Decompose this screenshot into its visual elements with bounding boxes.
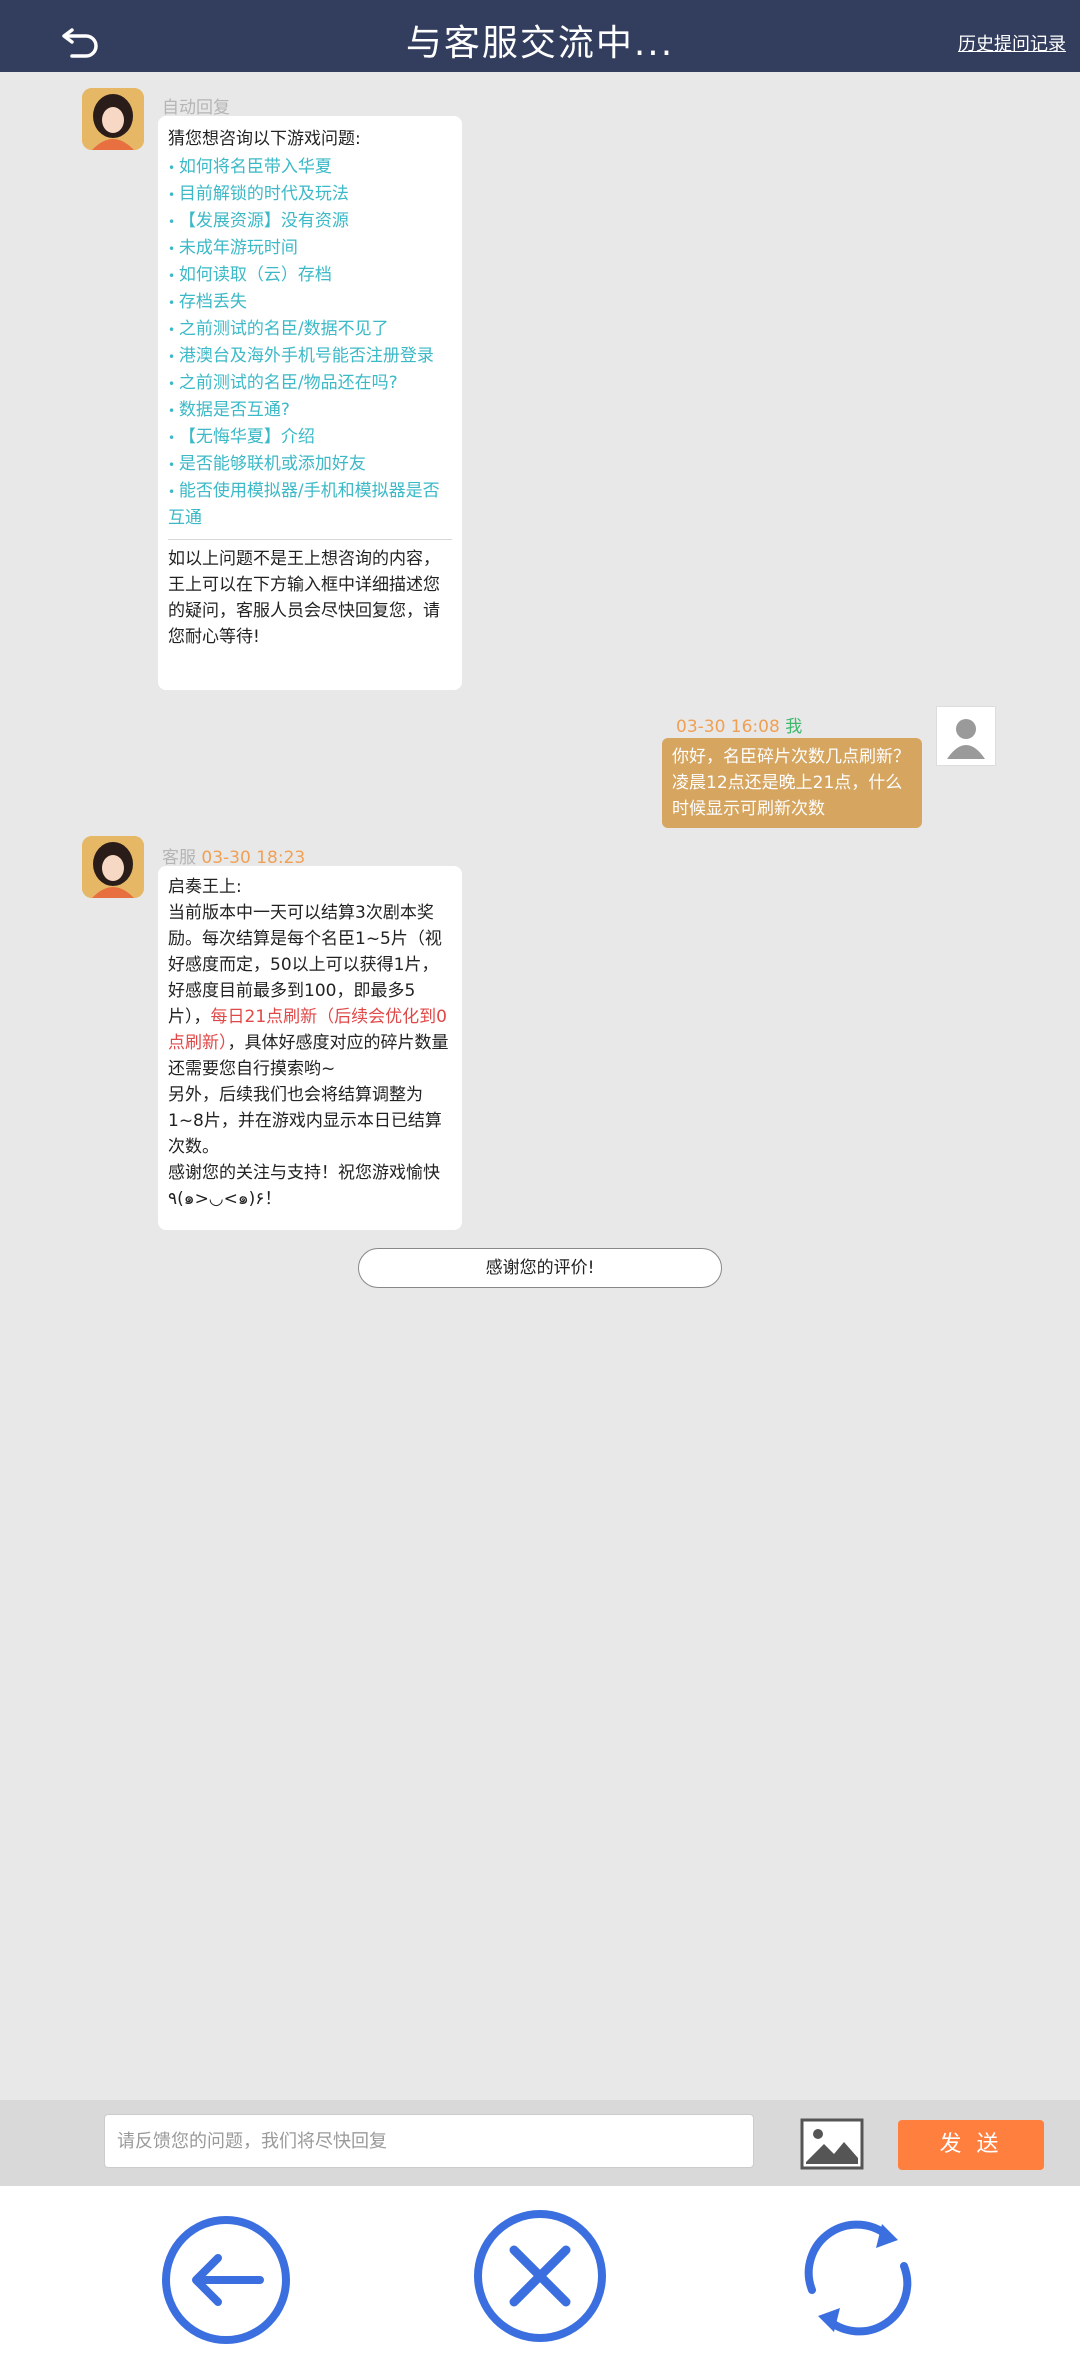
page-title: 与客服交流中... (405, 23, 675, 64)
service-avatar (82, 88, 144, 150)
faq-item[interactable]: 目前解锁的时代及玩法 (168, 181, 452, 208)
user-message-time: 03-30 16:08 (676, 717, 780, 737)
faq-item[interactable]: 【发展资源】没有资源 (168, 208, 452, 235)
agent-reply-text: 感谢您的关注与支持！祝您游戏愉快٩(๑>◡<๑)۶！ (168, 1163, 440, 1209)
user-avatar (936, 706, 996, 766)
image-icon (800, 2118, 864, 2170)
refresh-icon (804, 2220, 912, 2336)
faq-item[interactable]: 未成年游玩时间 (168, 235, 452, 262)
user-message-sender: 我 (785, 717, 803, 737)
user-message-bubble: 你好，名臣碎片次数几点刷新？凌晨12点还是晚上21点，什么时候显示可刷新次数 (662, 738, 922, 828)
circle-back-icon (162, 2216, 290, 2344)
agent-reply-time: 03-30 18:23 (201, 848, 306, 868)
agent-reply-greeting: 启奏王上: (168, 877, 242, 897)
faq-item[interactable]: 存档丢失 (168, 289, 452, 316)
faq-item[interactable]: 之前测试的名臣/物品还在吗? (168, 370, 452, 397)
agent-reply-sender: 客服 (162, 848, 196, 868)
service-avatar (82, 836, 144, 898)
faq-item[interactable]: 数据是否互通? (168, 397, 452, 424)
divider (168, 539, 452, 540)
image-upload-button[interactable] (800, 2118, 864, 2170)
nav-close-button[interactable] (472, 2208, 608, 2348)
agent-reply-body: 当前版本中一天可以结算3次剧本奖励。每次结算是每个名臣1~5片（视好感度而定，5… (168, 900, 452, 1082)
rating-button[interactable]: 感谢您的评价! (358, 1248, 722, 1288)
nav-back-button[interactable] (160, 2214, 292, 2350)
faq-item[interactable]: 是否能够联机或添加好友 (168, 451, 452, 478)
feedback-input[interactable] (104, 2114, 754, 2168)
user-message-meta: 03-30 16:08 我 (676, 712, 802, 737)
agent-reply-meta: 客服 03-30 18:23 (162, 843, 305, 868)
input-bar: 发 送 (0, 2100, 1080, 2186)
faq-footer: 如以上问题不是王上想咨询的内容，王上可以在下方输入框中详细描述您的疑问，客服人员… (168, 549, 440, 647)
circle-close-icon (474, 2210, 606, 2342)
auto-reply-sender: 自动回复 (162, 98, 230, 118)
history-link[interactable]: 历史提问记录 (958, 30, 1066, 56)
faq-item[interactable]: 如何将名臣带入华夏 (168, 154, 452, 181)
nav-refresh-button[interactable] (790, 2210, 926, 2350)
agent-reply-bubble: 启奏王上: 当前版本中一天可以结算3次剧本奖励。每次结算是每个名臣1~5片（视好… (158, 866, 462, 1230)
bottom-nav (0, 2186, 1080, 2376)
faq-intro: 猜您想咨询以下游戏问题: (168, 129, 361, 149)
top-bar: 与客服交流中... 历史提问记录 (0, 0, 1080, 72)
auto-reply-bubble: 猜您想咨询以下游戏问题: 如何将名臣带入华夏 目前解锁的时代及玩法 【发展资源】… (158, 116, 462, 690)
faq-item[interactable]: 能否使用模拟器/手机和模拟器是否互通 (168, 478, 452, 531)
faq-item[interactable]: 港澳台及海外手机号能否注册登录 (168, 343, 452, 370)
faq-item[interactable]: 之前测试的名臣/数据不见了 (168, 316, 452, 343)
agent-reply-text: 另外，后续我们也会将结算调整为1~8片，并在游戏内显示本日已结算次数。 (168, 1085, 442, 1157)
faq-item[interactable]: 【无悔华夏】介绍 (168, 424, 452, 451)
faq-item[interactable]: 如何读取（云）存档 (168, 262, 452, 289)
send-button[interactable]: 发 送 (898, 2120, 1044, 2170)
